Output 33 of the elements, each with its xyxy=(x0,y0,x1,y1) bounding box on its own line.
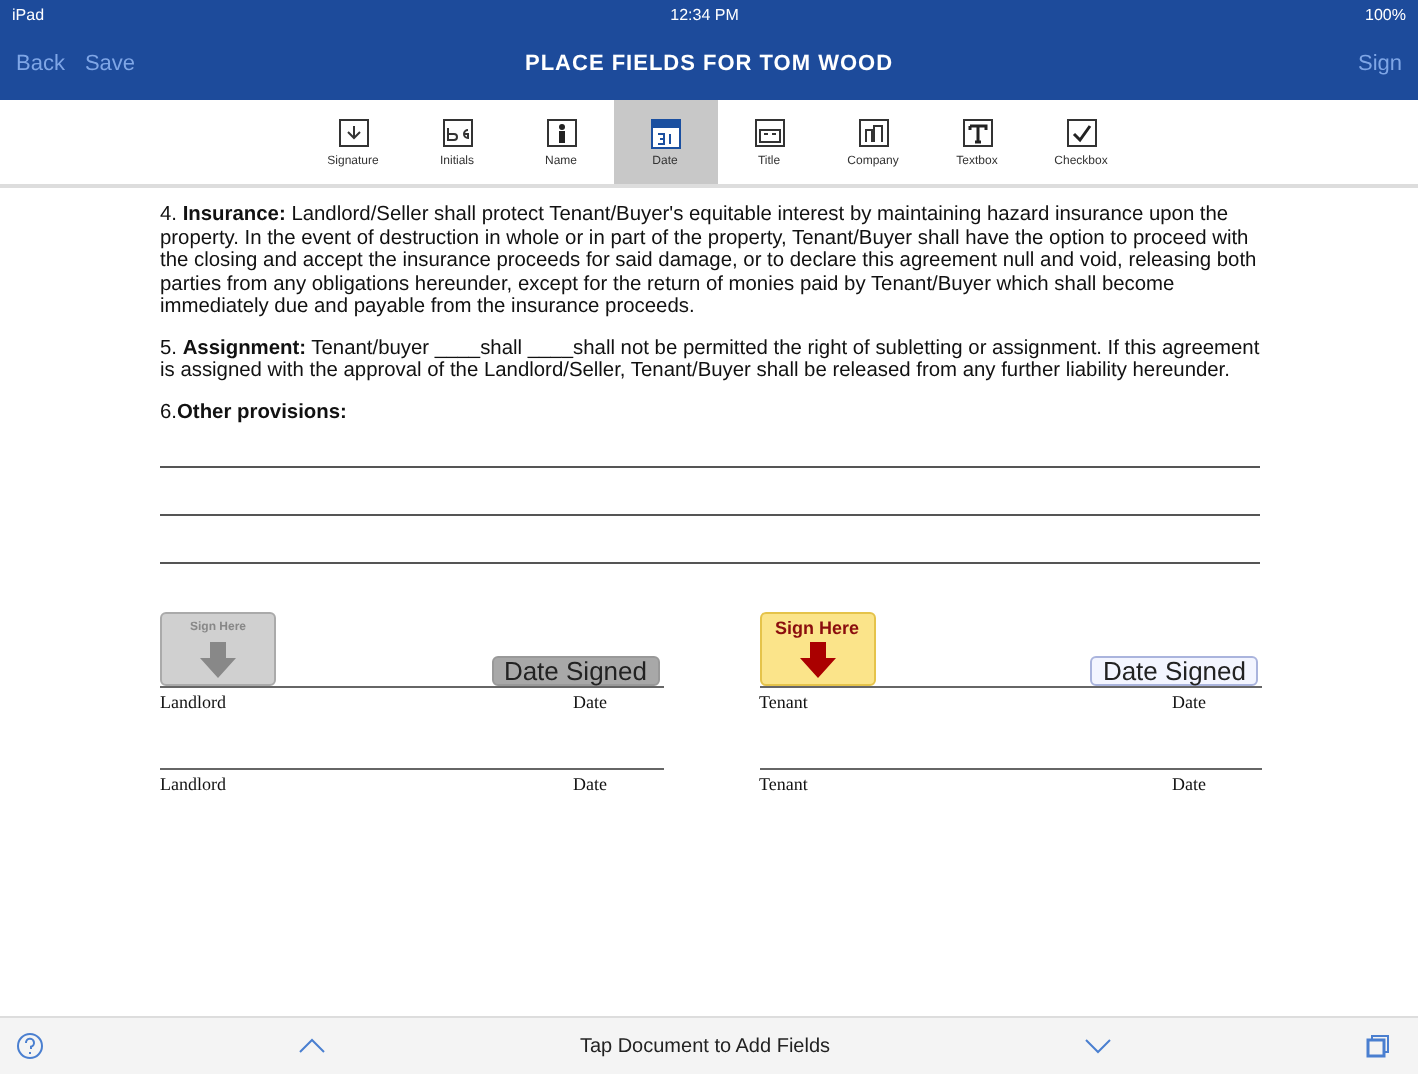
help-icon[interactable] xyxy=(16,1032,44,1060)
document-paragraph: 5. Assignment: Tenant/buyer ____shall ____shall not be permitted the right of subletting or assignment. If this agreement is assigned with the approval of the Landlord/Seller, Tenant/Buyer shall be released from any further liability hereunder. xyxy=(160,337,1262,383)
down-arrow-icon xyxy=(797,641,837,677)
down-arrow-icon xyxy=(198,641,238,677)
initials-field-icon xyxy=(439,116,475,152)
date-label: Date xyxy=(1172,773,1206,796)
battery-level: 100% xyxy=(1365,5,1406,23)
name-field-icon xyxy=(543,116,579,152)
party-label: Tenant xyxy=(759,773,808,796)
title-field-icon xyxy=(751,116,787,152)
date-label: Date xyxy=(573,773,607,796)
checkbox-field-icon xyxy=(1063,116,1099,152)
page-title: PLACE FIELDS FOR TOM WOOD xyxy=(525,52,894,76)
hint-text: Tap Document to Add Fields xyxy=(579,1035,831,1057)
party-label: Landlord xyxy=(160,692,226,715)
party-label: Tenant xyxy=(759,692,808,715)
date-label: Date xyxy=(1172,692,1206,715)
chevron-up-icon[interactable] xyxy=(297,1038,326,1054)
textbox-field-icon xyxy=(959,116,995,152)
document-paragraph: 4. Insurance: Landlord/Seller shall protect Tenant/Buyer's equitable interest by maintaining hazard insurance upon the property. In the event of destruction in whole or in part of the property, Tenant/Buyer shall have the option to proceed with the closing and accept the insurance proceeds for said damage, or to declare this agreement null and void, releasing both parties from any obligations hereunder, except for the return of monies paid by Tenant/Buyer which shall become immediately due and payable from the insurance proceeds. xyxy=(160,204,1259,319)
party-label: Landlord xyxy=(160,773,226,796)
pages-icon[interactable] xyxy=(1365,1034,1390,1058)
clock-time: 12:34 PM xyxy=(670,5,739,23)
chevron-down-icon[interactable] xyxy=(1083,1038,1112,1054)
date-signed-field[interactable]: Date Signed xyxy=(491,655,659,686)
sign-here-field[interactable]: Sign Here xyxy=(759,612,875,686)
company-field-icon xyxy=(855,116,891,152)
carrier-label: iPad xyxy=(12,5,45,23)
document-paragraph: 6.Other provisions: xyxy=(160,401,349,424)
date-label: Date xyxy=(573,692,607,715)
date-signed-field[interactable]: Date Signed xyxy=(1090,655,1258,686)
signature-field-icon xyxy=(335,116,371,152)
date-field-icon xyxy=(647,116,683,152)
